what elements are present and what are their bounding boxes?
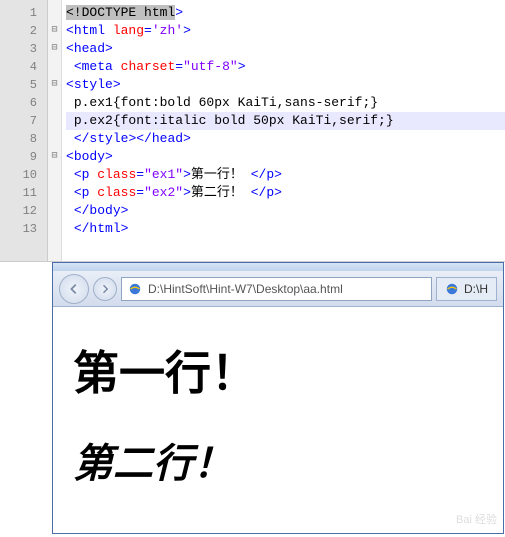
ie-icon [445,282,459,296]
fold-gutter: ⊟ ⊟ ⊟ ⊟ [48,0,62,261]
code-line: <html lang='zh'> [66,22,505,40]
fold-marker[interactable]: ⊟ [48,76,61,94]
browser-titlebar [53,263,503,271]
line-number: 11 [0,184,47,202]
code-line: <head> [66,40,505,58]
code-line: <meta charset="utf-8"> [66,58,505,76]
fold-marker[interactable] [48,184,61,202]
code-editor: 1 2 3 4 5 6 7 8 9 10 11 12 13 ⊟ ⊟ ⊟ ⊟ <!… [0,0,505,262]
line-number: 6 [0,94,47,112]
code-line: </style></head> [66,130,505,148]
code-line: <style> [66,76,505,94]
browser-window: D:\HintSoft\Hint-W7\Desktop\aa.html D:\H… [52,262,504,534]
line-number: 1 [0,4,47,22]
rendered-line-2: 第二行！ [73,431,483,489]
code-line: </html> [66,220,505,238]
line-number: 5 [0,76,47,94]
code-area[interactable]: <!DOCTYPE html> <html lang='zh'> <head> … [62,0,505,261]
line-number: 3 [0,40,47,58]
arrow-left-icon [67,282,81,296]
fold-marker[interactable] [48,202,61,220]
code-line: <!DOCTYPE html> [66,4,505,22]
fold-marker[interactable] [48,58,61,76]
fold-marker[interactable] [48,220,61,238]
fold-marker[interactable] [48,112,61,130]
arrow-right-icon [99,283,111,295]
code-line: p.ex1{font:bold 60px KaiTi,sans-serif;} [66,94,505,112]
fold-marker[interactable] [48,94,61,112]
line-number: 13 [0,220,47,238]
tab-label: D:\H [464,282,488,296]
fold-marker[interactable]: ⊟ [48,40,61,58]
tab-bar: D:\H [436,277,497,301]
fold-marker[interactable] [48,4,61,22]
code-line-highlighted: p.ex2{font:italic bold 50px KaiTi,serif;… [66,112,505,130]
back-button[interactable] [59,274,89,304]
fold-marker[interactable] [48,130,61,148]
line-number: 2 [0,22,47,40]
browser-viewport: 第一行！ 第二行！ [53,307,503,533]
address-text: D:\HintSoft\Hint-W7\Desktop\aa.html [148,282,343,296]
code-line: <body> [66,148,505,166]
browser-toolbar: D:\HintSoft\Hint-W7\Desktop\aa.html D:\H [53,271,503,307]
fold-marker[interactable]: ⊟ [48,22,61,40]
forward-button[interactable] [93,277,117,301]
line-number: 12 [0,202,47,220]
watermark: Bai 经验 [456,511,497,527]
code-line: </body> [66,202,505,220]
line-number: 4 [0,58,47,76]
ie-icon [128,282,142,296]
fold-marker[interactable] [48,166,61,184]
line-number: 10 [0,166,47,184]
line-number: 9 [0,148,47,166]
browser-tab[interactable]: D:\H [436,277,497,301]
line-number: 7 [0,112,47,130]
address-bar[interactable]: D:\HintSoft\Hint-W7\Desktop\aa.html [121,277,432,301]
line-number-gutter: 1 2 3 4 5 6 7 8 9 10 11 12 13 [0,0,48,261]
rendered-line-1: 第一行！ [73,337,483,403]
line-number: 8 [0,130,47,148]
fold-marker[interactable]: ⊟ [48,148,61,166]
code-line: <p class="ex2">第二行！ </p> [66,184,505,202]
code-line: <p class="ex1">第一行！ </p> [66,166,505,184]
